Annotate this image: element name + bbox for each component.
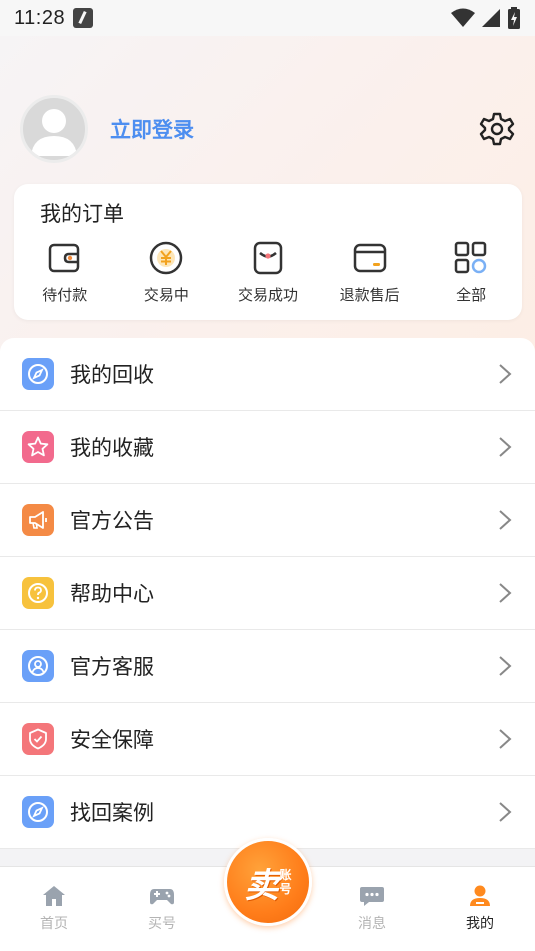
status-time: 11:28: [14, 6, 66, 29]
tab-messages[interactable]: 消息: [332, 885, 412, 933]
tab-buy[interactable]: 买号: [122, 885, 202, 933]
status-icons: [451, 7, 521, 29]
help-icon: [22, 577, 54, 609]
home-icon: [43, 886, 65, 906]
menu-item-favorites[interactable]: 我的收藏: [0, 411, 535, 484]
menu-label: 官方公告: [70, 509, 154, 533]
login-link[interactable]: 立即登录: [110, 114, 194, 144]
wifi-icon: [451, 8, 475, 27]
menu-label: 官方客服: [70, 655, 154, 679]
chevron-right-icon: [499, 656, 512, 676]
profile-header: 立即登录: [20, 94, 515, 164]
order-pending-payment[interactable]: 待付款: [17, 240, 113, 310]
chevron-right-icon: [499, 437, 512, 457]
orders-row: 待付款 交易中 交易成功 退款售后 全部: [14, 240, 522, 310]
yen-coin-icon: [150, 241, 183, 275]
menu-item-customer-service[interactable]: 官方客服: [0, 630, 535, 703]
status-bar: 11:28: [0, 0, 535, 36]
order-refund[interactable]: 退款售后: [322, 240, 418, 310]
orders-title: 我的订单: [40, 202, 124, 226]
order-all[interactable]: 全部: [423, 240, 519, 310]
order-label: 交易成功: [237, 286, 298, 304]
menu-label: 我的回收: [70, 363, 154, 387]
compass-icon: [22, 358, 54, 390]
sell-account-button[interactable]: 卖 账 号: [224, 838, 312, 926]
megaphone-icon: [22, 504, 54, 536]
menu-item-help[interactable]: 帮助中心: [0, 557, 535, 630]
battery-icon: [508, 7, 520, 29]
star-icon: [22, 431, 54, 463]
menu-label: 找回案例: [70, 801, 154, 825]
tab-label: 买号: [148, 916, 176, 932]
note-icon: [73, 8, 94, 28]
tab-mine[interactable]: 我的: [440, 885, 520, 933]
order-label: 待付款: [42, 286, 88, 304]
menu-list: 我的回收 我的收藏 官方公告 帮助中心 官方客服 安全保障 找回案例: [0, 338, 535, 849]
sell-sub-bottom: 号: [279, 882, 292, 896]
refund-card-icon: [353, 243, 386, 273]
menu-label: 安全保障: [70, 728, 154, 752]
chevron-right-icon: [499, 583, 512, 603]
grid-icon: [454, 241, 487, 274]
tab-home[interactable]: 首页: [14, 885, 94, 933]
tab-label: 我的: [466, 916, 494, 932]
user-icon: [470, 885, 490, 906]
sell-sub-label: 账 号: [279, 868, 291, 896]
order-label: 交易中: [143, 286, 189, 304]
compass-icon: [22, 796, 54, 828]
chevron-right-icon: [499, 364, 512, 384]
shield-icon: [22, 723, 54, 755]
tab-label: 首页: [40, 916, 68, 932]
order-label: 退款售后: [339, 286, 400, 304]
service-icon: [22, 650, 54, 682]
message-icon: [360, 887, 384, 906]
gamepad-icon: [150, 889, 174, 905]
menu-label: 我的收藏: [70, 436, 154, 460]
chevron-right-icon: [499, 802, 512, 822]
default-avatar-icon: [31, 109, 77, 156]
wallet-icon: [48, 243, 80, 273]
menu-item-recycle[interactable]: 我的回收: [0, 338, 535, 411]
menu-item-security[interactable]: 安全保障: [0, 703, 535, 776]
order-label: 全部: [456, 286, 487, 304]
menu-item-announcements[interactable]: 官方公告: [0, 484, 535, 557]
orders-card: 我的订单 待付款 交易中 交易成功 退款售后 全部: [14, 184, 522, 320]
settings-gear-icon[interactable]: [479, 111, 515, 147]
chevron-right-icon: [499, 729, 512, 749]
menu-label: 帮助中心: [70, 582, 154, 606]
chevron-right-icon: [499, 510, 512, 530]
avatar[interactable]: [20, 95, 88, 163]
order-success[interactable]: 交易成功: [220, 240, 316, 310]
order-in-progress[interactable]: 交易中: [118, 240, 214, 310]
signal-icon: [482, 9, 500, 27]
sell-sub-top: 账: [279, 868, 292, 882]
sell-main-label: 卖: [244, 865, 279, 906]
tab-label: 消息: [358, 916, 386, 932]
success-box-icon: [253, 241, 283, 275]
